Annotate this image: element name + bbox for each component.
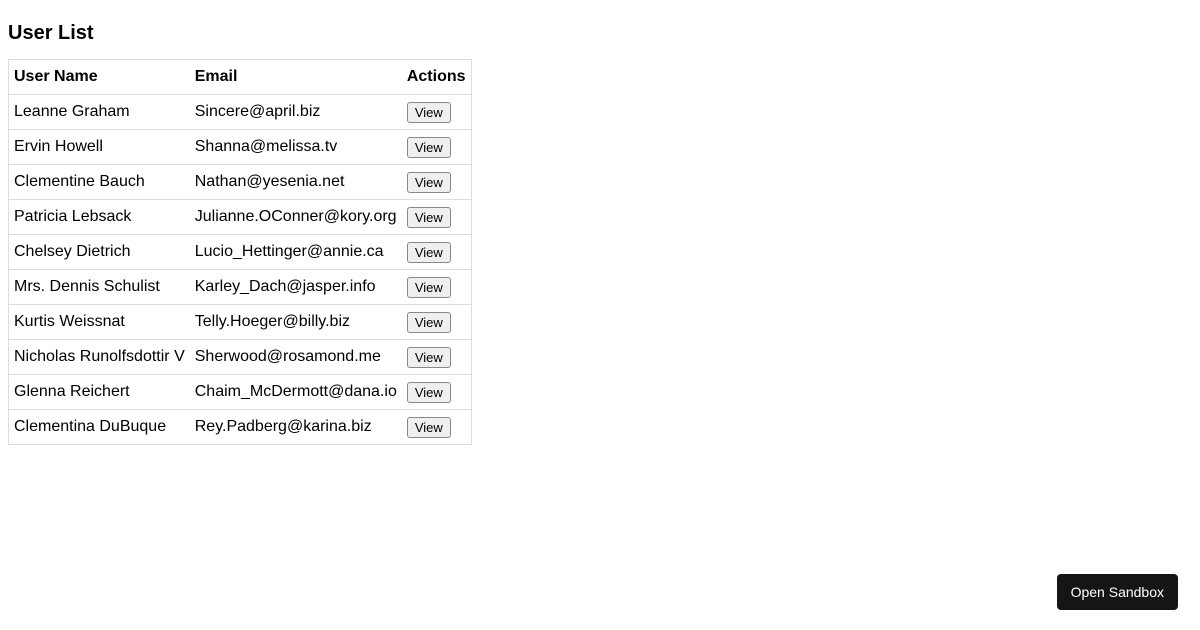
view-button[interactable]: View xyxy=(407,242,451,263)
table-row: Patricia LebsackJulianne.OConner@kory.or… xyxy=(9,200,472,235)
view-button[interactable]: View xyxy=(407,277,451,298)
user-action-cell: View xyxy=(402,375,471,410)
user-action-cell: View xyxy=(402,235,471,270)
table-header-actions: Actions xyxy=(402,60,471,95)
user-name-cell: Chelsey Dietrich xyxy=(9,235,190,270)
user-name-cell: Patricia Lebsack xyxy=(9,200,190,235)
user-action-cell: View xyxy=(402,340,471,375)
view-button[interactable]: View xyxy=(407,207,451,228)
view-button[interactable]: View xyxy=(407,137,451,158)
user-email-cell: Nathan@yesenia.net xyxy=(190,165,402,200)
table-row: Nicholas Runolfsdottir VSherwood@rosamon… xyxy=(9,340,472,375)
user-email-cell: Sincere@april.biz xyxy=(190,95,402,130)
user-email-cell: Julianne.OConner@kory.org xyxy=(190,200,402,235)
table-row: Clementine BauchNathan@yesenia.netView xyxy=(9,165,472,200)
user-action-cell: View xyxy=(402,270,471,305)
view-button[interactable]: View xyxy=(407,382,451,403)
table-row: Glenna ReichertChaim_McDermott@dana.ioVi… xyxy=(9,375,472,410)
table-row: Leanne GrahamSincere@april.bizView xyxy=(9,95,472,130)
view-button[interactable]: View xyxy=(407,312,451,333)
user-email-cell: Shanna@melissa.tv xyxy=(190,130,402,165)
table-row: Ervin HowellShanna@melissa.tvView xyxy=(9,130,472,165)
table-row: Mrs. Dennis SchulistKarley_Dach@jasper.i… xyxy=(9,270,472,305)
user-email-cell: Karley_Dach@jasper.info xyxy=(190,270,402,305)
user-email-cell: Lucio_Hettinger@annie.ca xyxy=(190,235,402,270)
user-name-cell: Nicholas Runolfsdottir V xyxy=(9,340,190,375)
user-name-cell: Ervin Howell xyxy=(9,130,190,165)
table-row: Chelsey DietrichLucio_Hettinger@annie.ca… xyxy=(9,235,472,270)
user-action-cell: View xyxy=(402,200,471,235)
page-title: User List xyxy=(8,22,1192,45)
user-name-cell: Leanne Graham xyxy=(9,95,190,130)
view-button[interactable]: View xyxy=(407,417,451,438)
user-name-cell: Clementine Bauch xyxy=(9,165,190,200)
user-action-cell: View xyxy=(402,95,471,130)
user-name-cell: Mrs. Dennis Schulist xyxy=(9,270,190,305)
user-name-cell: Kurtis Weissnat xyxy=(9,305,190,340)
table-row: Clementina DuBuqueRey.Padberg@karina.biz… xyxy=(9,410,472,445)
view-button[interactable]: View xyxy=(407,102,451,123)
open-sandbox-button[interactable]: Open Sandbox xyxy=(1057,574,1178,610)
view-button[interactable]: View xyxy=(407,172,451,193)
user-email-cell: Rey.Padberg@karina.biz xyxy=(190,410,402,445)
table-header-name: User Name xyxy=(9,60,190,95)
table-header-row: User Name Email Actions xyxy=(9,60,472,95)
table-header-email: Email xyxy=(190,60,402,95)
view-button[interactable]: View xyxy=(407,347,451,368)
user-action-cell: View xyxy=(402,165,471,200)
user-action-cell: View xyxy=(402,130,471,165)
user-email-cell: Telly.Hoeger@billy.biz xyxy=(190,305,402,340)
user-action-cell: View xyxy=(402,305,471,340)
user-email-cell: Chaim_McDermott@dana.io xyxy=(190,375,402,410)
user-email-cell: Sherwood@rosamond.me xyxy=(190,340,402,375)
user-table: User Name Email Actions Leanne GrahamSin… xyxy=(8,59,472,445)
table-row: Kurtis WeissnatTelly.Hoeger@billy.bizVie… xyxy=(9,305,472,340)
user-name-cell: Clementina DuBuque xyxy=(9,410,190,445)
user-action-cell: View xyxy=(402,410,471,445)
user-name-cell: Glenna Reichert xyxy=(9,375,190,410)
